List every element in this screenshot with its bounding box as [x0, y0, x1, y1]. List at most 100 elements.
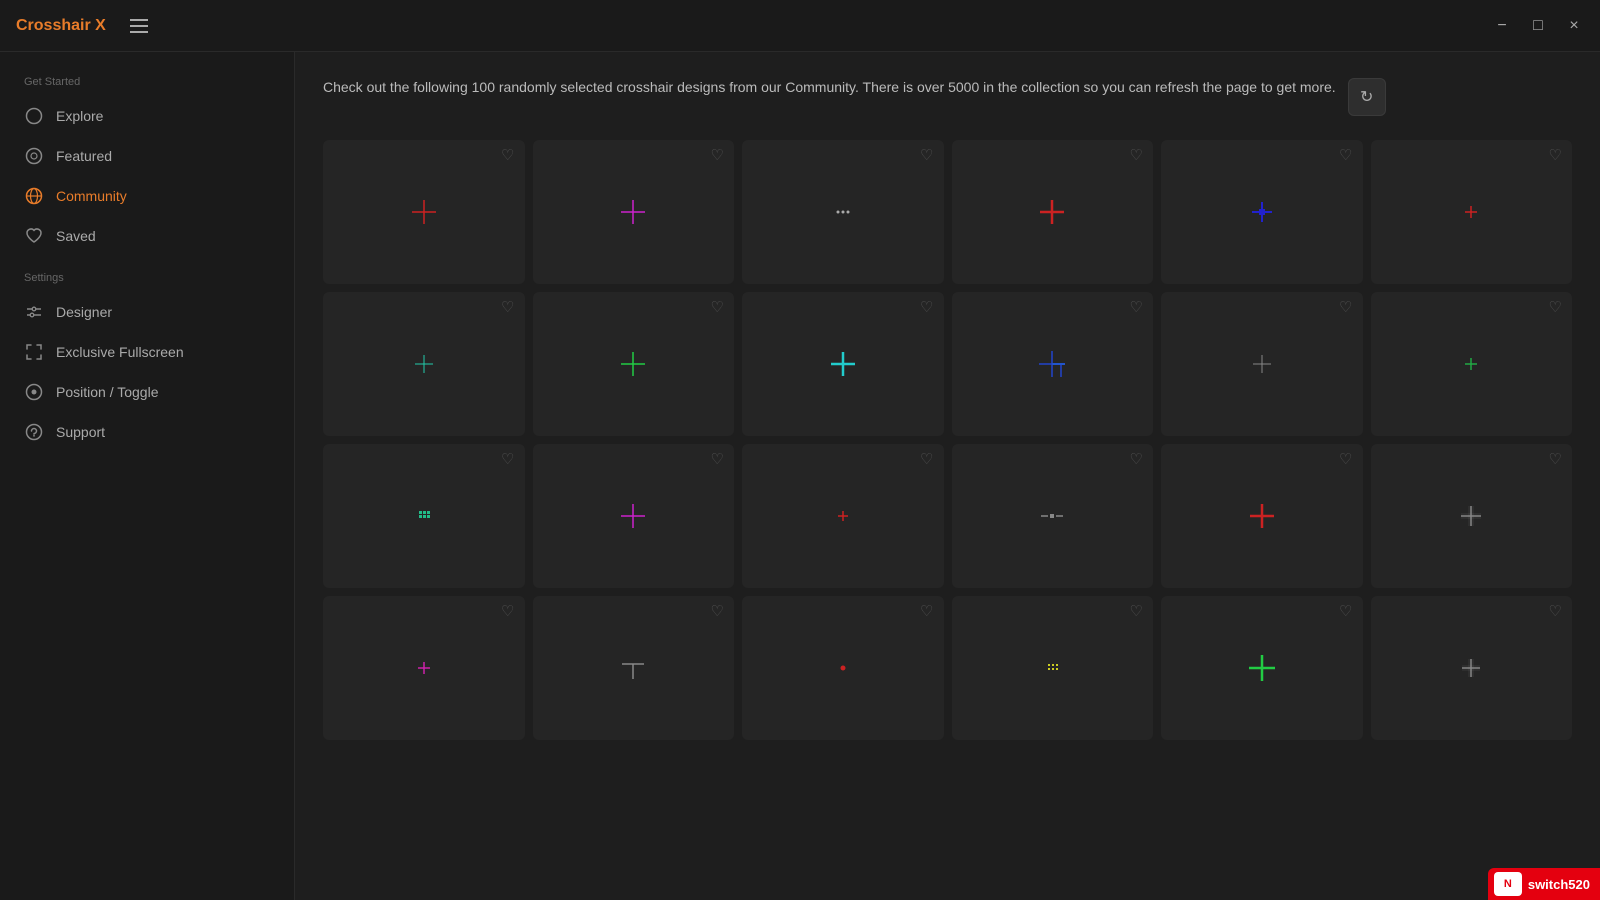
heart-button[interactable]: ♡ — [1549, 148, 1562, 163]
sidebar-item-explore[interactable]: Explore — [0, 96, 294, 136]
app-name-text: Crosshair — [16, 17, 95, 34]
heart-button[interactable]: ♡ — [920, 604, 933, 619]
crosshair-preview — [813, 638, 873, 698]
crosshair-preview — [394, 638, 454, 698]
position-toggle-icon — [24, 382, 44, 402]
crosshair-card[interactable]: ♡ — [1371, 140, 1573, 284]
heart-button[interactable]: ♡ — [501, 148, 514, 163]
crosshair-card[interactable]: ♡ — [1161, 444, 1363, 588]
hamburger-button[interactable] — [130, 19, 148, 33]
content-description: Check out the following 100 randomly sel… — [323, 76, 1336, 98]
refresh-button[interactable]: ↻ — [1348, 78, 1386, 116]
crosshair-preview — [1441, 486, 1501, 546]
close-button[interactable]: × — [1564, 16, 1584, 36]
crosshair-preview — [1022, 486, 1082, 546]
crosshair-card[interactable]: ♡ — [952, 596, 1154, 740]
heart-button[interactable]: ♡ — [1339, 604, 1352, 619]
heart-button[interactable]: ♡ — [1339, 452, 1352, 467]
exclusive-fullscreen-icon — [24, 342, 44, 362]
crosshair-preview — [813, 334, 873, 394]
heart-button[interactable]: ♡ — [1130, 148, 1143, 163]
maximize-button[interactable]: □ — [1528, 16, 1548, 36]
sidebar-item-exclusive-fullscreen[interactable]: Exclusive Fullscreen — [0, 332, 294, 372]
crosshair-card[interactable]: ♡ — [323, 444, 525, 588]
content-header: Check out the following 100 randomly sel… — [323, 76, 1572, 116]
app-name-accent: X — [95, 17, 106, 34]
support-label: Support — [56, 424, 105, 440]
heart-button[interactable]: ♡ — [1130, 452, 1143, 467]
community-label: Community — [56, 188, 127, 204]
crosshair-card[interactable]: ♡ — [1161, 140, 1363, 284]
sidebar-item-designer[interactable]: Designer — [0, 292, 294, 332]
crosshair-card[interactable]: ♡ — [533, 596, 735, 740]
settings-label: Settings — [0, 272, 294, 292]
crosshair-card[interactable]: ♡ — [742, 596, 944, 740]
crosshair-card[interactable]: ♡ — [533, 292, 735, 436]
crosshair-card[interactable]: ♡ — [1371, 292, 1573, 436]
get-started-label: Get Started — [0, 76, 294, 96]
sidebar-item-community[interactable]: Community — [0, 176, 294, 216]
heart-button[interactable]: ♡ — [711, 300, 724, 315]
crosshair-card[interactable]: ♡ — [742, 292, 944, 436]
heart-button[interactable]: ♡ — [920, 148, 933, 163]
heart-button[interactable]: ♡ — [920, 300, 933, 315]
crosshair-card[interactable]: ♡ — [533, 444, 735, 588]
heart-button[interactable]: ♡ — [1339, 148, 1352, 163]
crosshair-preview — [603, 334, 663, 394]
crosshair-preview — [1441, 638, 1501, 698]
sidebar-item-saved[interactable]: Saved — [0, 216, 294, 256]
sidebar-item-featured[interactable]: Featured — [0, 136, 294, 176]
minimize-button[interactable]: − — [1492, 16, 1512, 36]
crosshair-card[interactable]: ♡ — [1161, 596, 1363, 740]
crosshair-card[interactable]: ♡ — [323, 140, 525, 284]
saved-label: Saved — [56, 228, 96, 244]
heart-button[interactable]: ♡ — [711, 452, 724, 467]
saved-icon — [24, 226, 44, 246]
crosshair-card[interactable]: ♡ — [1371, 596, 1573, 740]
title-bar: Crosshair X − □ × — [0, 0, 1600, 52]
featured-icon — [24, 146, 44, 166]
badge-text: switch520 — [1528, 877, 1590, 892]
heart-button[interactable]: ♡ — [1339, 300, 1352, 315]
heart-button[interactable]: ♡ — [1549, 452, 1562, 467]
crosshair-preview — [1232, 486, 1292, 546]
main-layout: Get Started Explore Featured — [0, 52, 1600, 900]
heart-button[interactable]: ♡ — [920, 452, 933, 467]
crosshair-preview — [603, 486, 663, 546]
crosshair-card[interactable]: ♡ — [1161, 292, 1363, 436]
crosshair-card[interactable]: ♡ — [952, 140, 1154, 284]
crosshair-preview — [394, 334, 454, 394]
heart-button[interactable]: ♡ — [501, 452, 514, 467]
content-area: Check out the following 100 randomly sel… — [295, 52, 1600, 900]
crosshair-card[interactable]: ♡ — [952, 292, 1154, 436]
community-icon — [24, 186, 44, 206]
explore-label: Explore — [56, 108, 103, 124]
nintendo-badge: N switch520 — [1488, 868, 1600, 900]
crosshair-card[interactable]: ♡ — [952, 444, 1154, 588]
sidebar-item-support[interactable]: Support — [0, 412, 294, 452]
crosshair-preview — [1232, 182, 1292, 242]
crosshair-card[interactable]: ♡ — [1371, 444, 1573, 588]
heart-button[interactable]: ♡ — [1130, 604, 1143, 619]
heart-button[interactable]: ♡ — [1130, 300, 1143, 315]
heart-button[interactable]: ♡ — [501, 604, 514, 619]
crosshair-card[interactable]: ♡ — [742, 444, 944, 588]
heart-button[interactable]: ♡ — [501, 300, 514, 315]
crosshair-card[interactable]: ♡ — [742, 140, 944, 284]
crosshair-preview — [394, 182, 454, 242]
crosshair-preview — [1441, 334, 1501, 394]
crosshair-preview — [1232, 638, 1292, 698]
crosshair-preview — [1441, 182, 1501, 242]
heart-button[interactable]: ♡ — [711, 604, 724, 619]
support-icon — [24, 422, 44, 442]
crosshair-card[interactable]: ♡ — [323, 596, 525, 740]
heart-button[interactable]: ♡ — [711, 148, 724, 163]
crosshair-card[interactable]: ♡ — [323, 292, 525, 436]
crosshair-preview — [394, 486, 454, 546]
crosshair-preview — [813, 486, 873, 546]
sidebar: Get Started Explore Featured — [0, 52, 295, 900]
crosshair-card[interactable]: ♡ — [533, 140, 735, 284]
heart-button[interactable]: ♡ — [1549, 300, 1562, 315]
heart-button[interactable]: ♡ — [1549, 604, 1562, 619]
sidebar-item-position-toggle[interactable]: Position / Toggle — [0, 372, 294, 412]
